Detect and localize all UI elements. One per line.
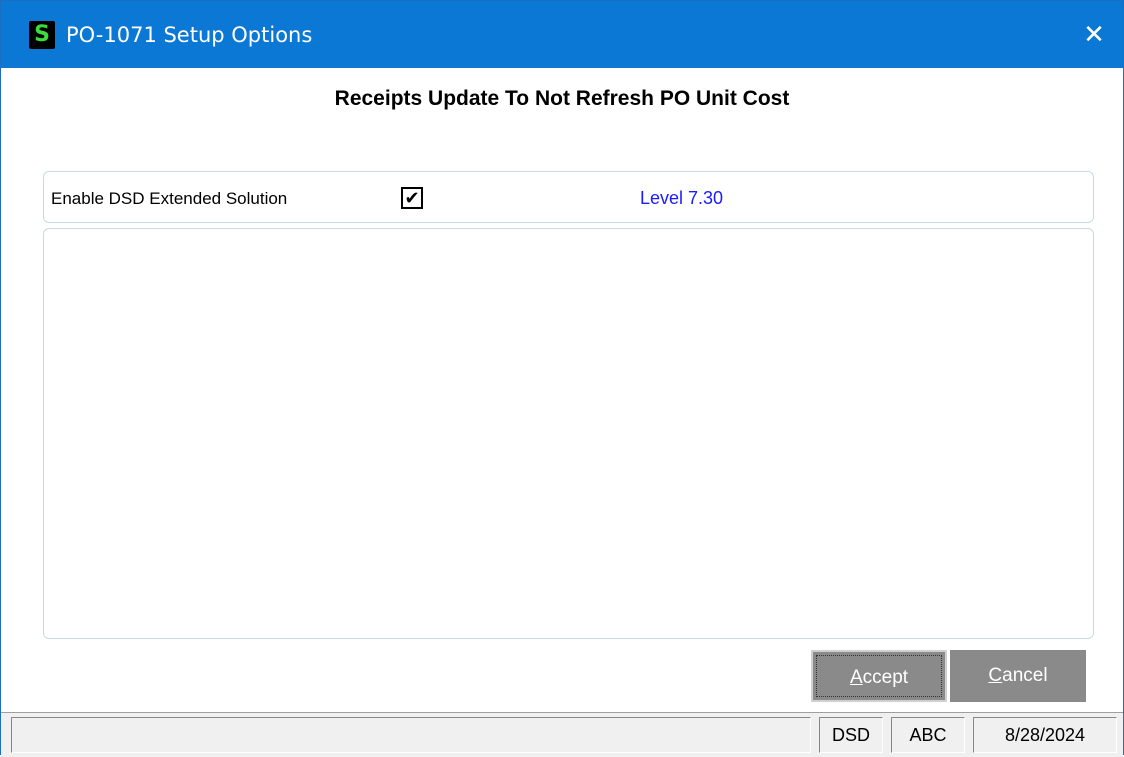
accept-mnemonic: A [849, 667, 863, 688]
close-button[interactable]: ✕ [1065, 1, 1123, 68]
page-title: Receipts Update To Not Refresh PO Unit C… [334, 87, 790, 110]
accept-label: ccept [862, 667, 909, 688]
cancel-mnemonic: C [988, 665, 1003, 686]
window-title: PO-1071 Setup Options [66, 23, 313, 47]
enable-dsd-checkbox[interactable]: ✔ [401, 187, 423, 209]
accept-button[interactable]: Accept [811, 650, 947, 702]
setup-options-window: S PO-1071 Setup Options ✕ Receipts Updat… [0, 0, 1124, 757]
cancel-button[interactable]: Cancel [950, 650, 1086, 702]
cancel-label: ancel [1002, 665, 1048, 686]
title-bar[interactable]: S PO-1071 Setup Options ✕ [1, 1, 1123, 68]
level-label: Level 7.30 [640, 188, 724, 208]
sage-s-icon: S [29, 21, 55, 49]
status-user: ABC [891, 717, 965, 753]
status-company-code: DSD [819, 717, 883, 753]
status-date: 8/28/2024 [973, 717, 1117, 753]
status-bar: DSD ABC 8/28/2024 [1, 712, 1123, 757]
enable-dsd-label: Enable DSD Extended Solution [51, 189, 288, 208]
close-icon: ✕ [1083, 19, 1105, 49]
status-message [11, 717, 811, 753]
checkmark-icon: ✔ [404, 188, 420, 208]
content-panel [43, 228, 1094, 639]
